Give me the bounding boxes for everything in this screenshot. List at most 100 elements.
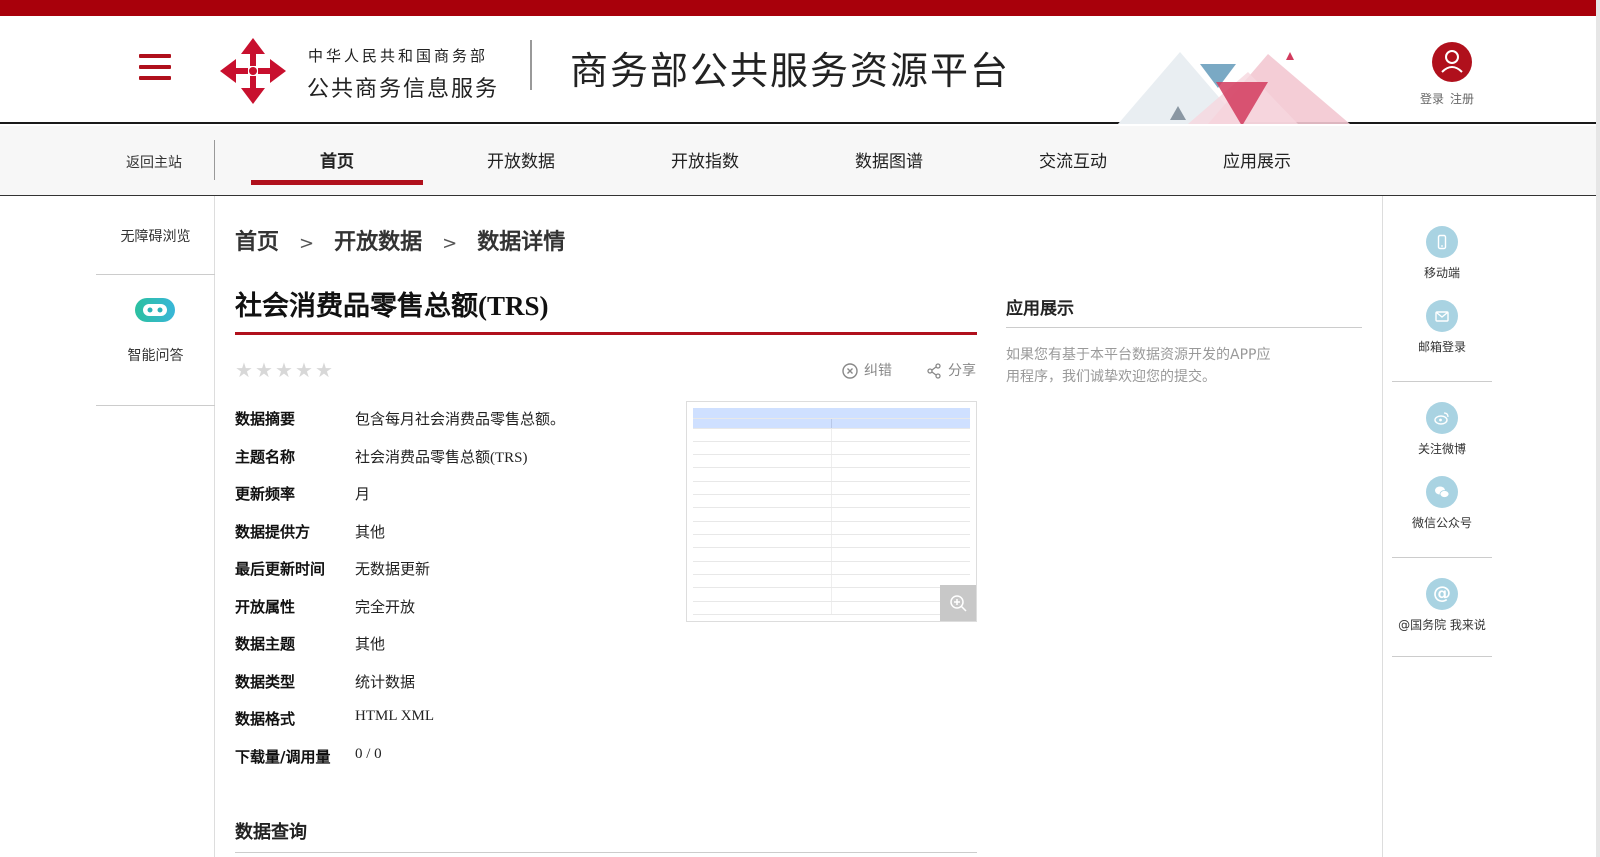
login-link[interactable]: 登录 xyxy=(1420,92,1444,106)
back-to-main-link[interactable]: 返回主站 xyxy=(98,152,210,172)
report-error-button[interactable]: 纠错 xyxy=(842,360,892,380)
meta-value: 其他 xyxy=(355,635,386,653)
user-links: 登录 注册 xyxy=(1420,90,1480,107)
meta-key: 开放属性 xyxy=(235,597,296,616)
main-nav: 返回主站 首页 开放数据 开放指数 数据图谱 交流互动 应用展示 xyxy=(0,126,1600,196)
decorative-triangles xyxy=(1118,52,1350,124)
menu-icon[interactable] xyxy=(139,54,171,82)
star-icon[interactable]: ★ xyxy=(275,358,295,382)
breadcrumb-open-data[interactable]: 开放数据 xyxy=(334,230,422,255)
rating-stars[interactable]: ★ ★ ★ ★ ★ xyxy=(235,358,335,382)
org-name-line2: 公共商务信息服务 xyxy=(307,77,500,102)
meta-value: 0 / 0 xyxy=(355,745,382,762)
sidebar-item-state-council[interactable]: @ @国务院 我来说 xyxy=(1392,578,1492,633)
site-title: 商务部公共服务资源平台 xyxy=(570,49,1011,93)
meta-value: 其他 xyxy=(355,522,386,541)
breadcrumb-home[interactable]: 首页 xyxy=(235,230,279,255)
meta-key: 最后更新时间 xyxy=(235,560,326,578)
sidebar-item-weibo[interactable]: 关注微博 xyxy=(1392,402,1492,457)
meta-row: 数据主题 其他 xyxy=(235,633,565,671)
report-icon xyxy=(842,363,858,379)
nav-item-app-showcase[interactable]: 应用展示 xyxy=(1171,147,1343,172)
star-icon[interactable]: ★ xyxy=(235,358,255,382)
robot-icon[interactable] xyxy=(133,296,177,324)
app-showcase-description: 如果您有基于本平台数据资源开发的APP应用程序，我们诚挚欢迎您的提交。 xyxy=(1006,347,1271,385)
left-sidebar: 无障碍浏览 智能问答 xyxy=(96,196,215,857)
sidebar-item-mobile[interactable]: 移动端 xyxy=(1392,226,1492,281)
nav-item-interaction[interactable]: 交流互动 xyxy=(987,147,1159,172)
sidebar-item-label: 微信公众号 xyxy=(1411,516,1472,530)
meta-value: 完全开放 xyxy=(355,597,416,616)
preview-table-image xyxy=(693,408,970,616)
sidebar-item-wechat[interactable]: 微信公众号 xyxy=(1392,476,1492,531)
meta-value: 包含每月社会消费品零售总额。 xyxy=(355,410,566,428)
query-rule xyxy=(235,852,977,853)
top-strip xyxy=(0,0,1600,16)
mobile-icon xyxy=(1426,226,1458,258)
nav-divider xyxy=(214,140,215,180)
at-icon: @ xyxy=(1426,578,1458,610)
meta-value: 统计数据 xyxy=(355,672,416,691)
meta-key: 数据主题 xyxy=(235,635,296,653)
meta-key: 数据类型 xyxy=(235,672,296,691)
meta-key: 数据提供方 xyxy=(235,522,311,541)
zoom-in-button[interactable] xyxy=(940,585,976,621)
mail-icon xyxy=(1426,300,1458,332)
sidebar-item-label: @国务院 我来说 xyxy=(1398,618,1486,632)
org-name-line1: 中华人民共和国商务部 xyxy=(308,47,489,65)
breadcrumb-separator: > xyxy=(442,233,458,254)
smart-qa-link[interactable]: 智能问答 xyxy=(96,345,215,365)
sidebar-item-label: 邮箱登录 xyxy=(1417,340,1466,354)
meta-value: HTML XML xyxy=(355,708,435,724)
sidebar-item-mail[interactable]: 邮箱登录 xyxy=(1392,300,1492,355)
header-divider xyxy=(530,40,532,90)
nav-item-open-data[interactable]: 开放数据 xyxy=(435,147,607,172)
meta-row: 数据格式 HTML XML xyxy=(235,708,565,746)
breadcrumb-separator: > xyxy=(299,233,315,254)
star-icon[interactable]: ★ xyxy=(315,358,335,382)
ministry-logo-icon[interactable] xyxy=(218,36,288,106)
meta-row: 更新频率 月 xyxy=(235,483,565,521)
share-icon xyxy=(927,363,941,379)
data-query-heading: 数据查询 xyxy=(235,822,307,843)
page-scrollbar[interactable] xyxy=(1596,0,1600,857)
accessibility-link[interactable]: 无障碍浏览 xyxy=(96,226,215,246)
nav-item-data-graph[interactable]: 数据图谱 xyxy=(803,147,975,172)
report-label: 纠错 xyxy=(864,363,892,379)
meta-row: 数据类型 统计数据 xyxy=(235,671,565,709)
star-icon[interactable]: ★ xyxy=(295,358,315,382)
register-link[interactable]: 注册 xyxy=(1450,92,1474,106)
meta-key: 主题名称 xyxy=(235,447,296,466)
nav-item-open-index[interactable]: 开放指数 xyxy=(619,147,791,172)
nav-active-indicator xyxy=(251,180,423,185)
right-sidebar-border xyxy=(1382,196,1383,857)
user-avatar-icon[interactable] xyxy=(1432,42,1472,82)
data-preview-thumbnail[interactable] xyxy=(686,401,977,622)
app-showcase-rule xyxy=(1006,327,1362,328)
meta-key: 下载量/调用量 xyxy=(235,747,331,766)
meta-row: 数据摘要 包含每月社会消费品零售总额。 xyxy=(235,408,565,446)
nav-item-home[interactable]: 首页 xyxy=(251,147,423,172)
meta-row: 最后更新时间 无数据更新 xyxy=(235,558,565,596)
meta-row: 数据提供方 其他 xyxy=(235,521,565,559)
share-label: 分享 xyxy=(948,363,976,379)
sidebar-divider xyxy=(1392,557,1492,558)
meta-key: 数据格式 xyxy=(235,710,296,728)
meta-row: 开放属性 完全开放 xyxy=(235,596,565,634)
breadcrumb-current: 数据详情 xyxy=(477,230,566,255)
header: 中华人民共和国商务部 公共商务信息服务 商务部公共服务资源平台 登录 注册 xyxy=(0,16,1600,124)
sidebar-divider xyxy=(1392,381,1492,382)
breadcrumb: 首页 > 开放数据 > 数据详情 xyxy=(235,224,565,256)
sidebar-item-label: 关注微博 xyxy=(1417,442,1466,456)
page-title: 社会消费品零售总额(TRS) xyxy=(235,291,549,321)
sidebar-item-label: 移动端 xyxy=(1423,266,1460,280)
app-showcase-heading: 应用展示 xyxy=(1006,299,1074,319)
star-icon[interactable]: ★ xyxy=(255,358,275,382)
share-button[interactable]: 分享 xyxy=(926,360,976,380)
dataset-meta: 数据摘要 包含每月社会消费品零售总额。 主题名称 社会消费品零售总额(TRS) 更新… xyxy=(235,408,565,783)
weibo-icon xyxy=(1426,402,1458,434)
wechat-icon xyxy=(1426,476,1458,508)
meta-key: 更新频率 xyxy=(235,485,296,503)
sidebar-divider xyxy=(1392,656,1492,657)
meta-value: 社会消费品零售总额(TRS) xyxy=(355,449,528,466)
